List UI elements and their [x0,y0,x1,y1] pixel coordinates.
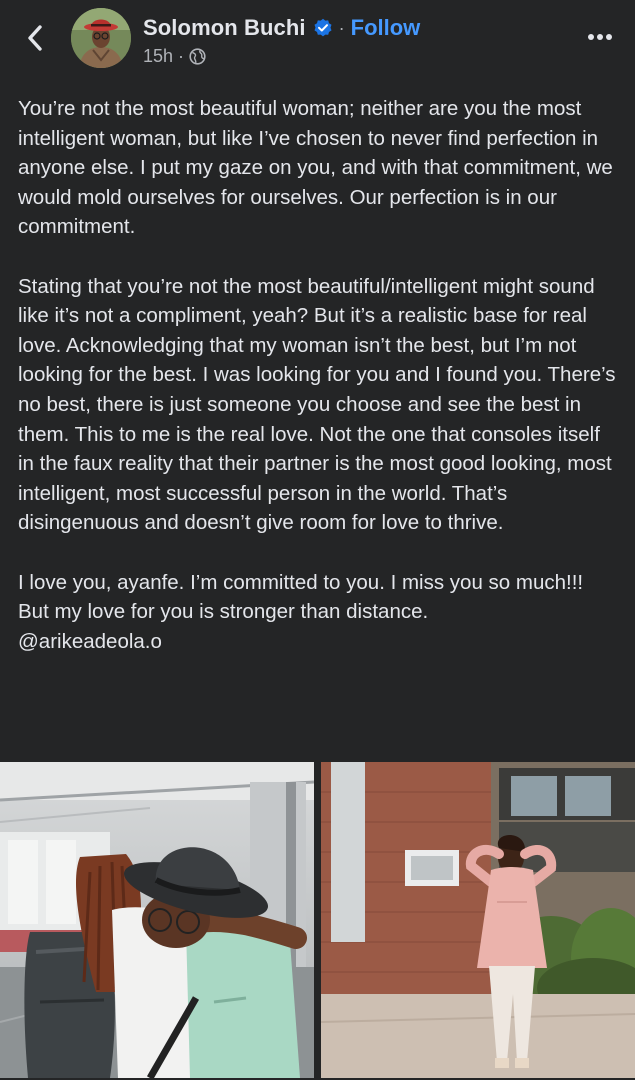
globe-icon[interactable] [189,48,206,65]
author-name[interactable]: Solomon Buchi [143,15,306,41]
post-meta: 15h · [143,46,206,67]
author-row: Solomon Buchi · Follow [143,13,420,43]
post-timestamp[interactable]: 15h [143,46,173,67]
chevron-left-icon [28,25,42,51]
back-button[interactable] [18,20,52,56]
post-paragraph: You’re not the most beautiful woman; nei… [18,97,613,239]
author-avatar[interactable] [71,8,131,68]
post-paragraph-with-mention: I love you, ayanfe. I’m committed to you… [18,568,618,657]
photo-woman-standing[interactable] [321,762,635,1078]
post-header: Solomon Buchi · Follow 15h · [0,0,635,82]
post-paragraph: Stating that you’re not the most beautif… [18,274,616,535]
post-paragraph-text: I love you, ayanfe. I’m committed to you… [18,570,584,624]
photo-couple-hug[interactable] [0,762,314,1078]
photo-grid [0,762,635,1078]
follow-button[interactable]: Follow [351,15,421,41]
post-text: You’re not the most beautiful woman; nei… [18,94,618,656]
meta-separator-dot: · [178,46,185,66]
mention-link[interactable]: @arikeadeola.o [18,630,162,653]
more-options-button[interactable] [583,24,617,50]
separator-dot: · [338,17,345,38]
verified-badge-icon [313,18,333,38]
more-options-icon [588,34,612,40]
